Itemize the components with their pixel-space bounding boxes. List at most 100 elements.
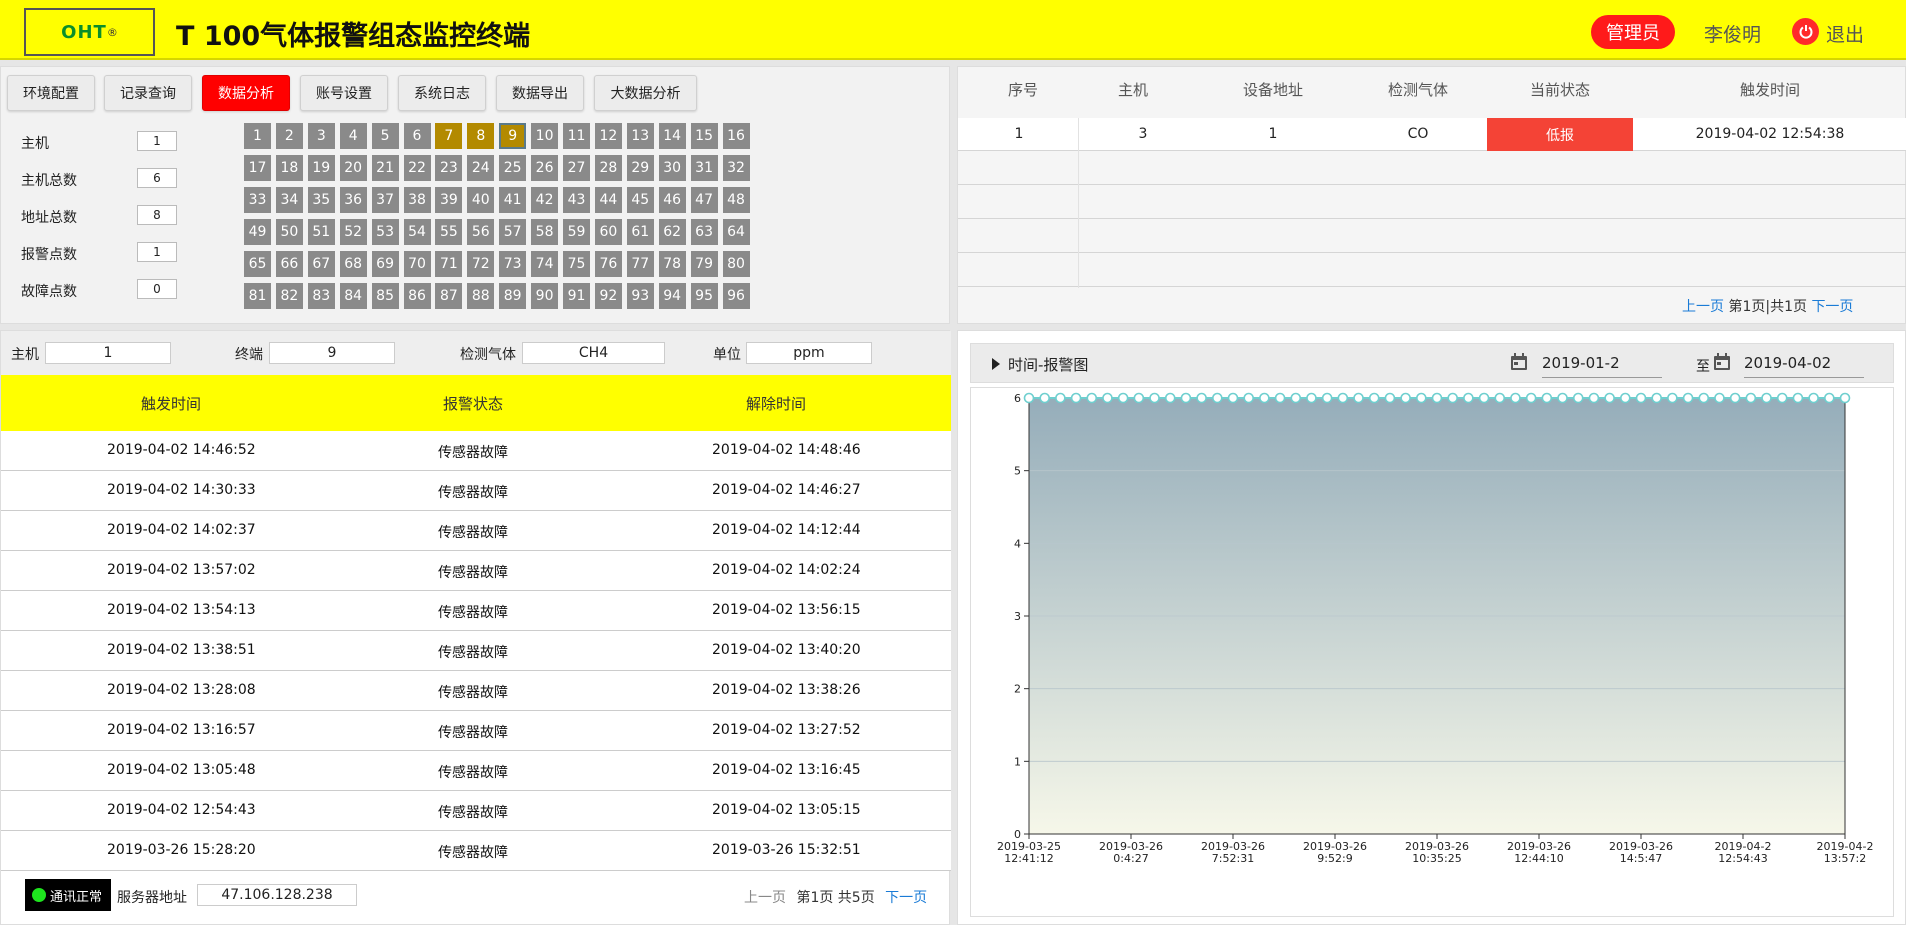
address-cell[interactable]: 11 xyxy=(563,123,590,149)
filter-unit-field[interactable]: ppm xyxy=(746,342,872,364)
address-cell[interactable]: 55 xyxy=(435,218,463,245)
address-cell[interactable]: 65 xyxy=(244,250,271,277)
address-cell[interactable]: 41 xyxy=(499,186,527,213)
address-cell[interactable]: 10 xyxy=(531,123,559,149)
address-cell[interactable]: 71 xyxy=(435,250,463,277)
address-cell[interactable]: 57 xyxy=(499,218,527,245)
nav-env-config-button[interactable]: 环境配置 xyxy=(7,75,95,111)
address-cell[interactable]: 29 xyxy=(626,154,654,181)
address-cell[interactable]: 80 xyxy=(722,250,750,277)
address-cell[interactable]: 63 xyxy=(690,218,718,245)
address-cell[interactable]: 45 xyxy=(626,186,654,213)
nav-system-log-button[interactable]: 系统日志 xyxy=(398,75,486,111)
address-cell[interactable]: 77 xyxy=(626,250,654,277)
filter-host-field[interactable]: 1 xyxy=(45,342,171,364)
address-cell[interactable]: 58 xyxy=(531,218,559,245)
address-cell[interactable]: 47 xyxy=(690,186,718,213)
address-cell[interactable]: 78 xyxy=(658,250,686,277)
address-cell[interactable]: 67 xyxy=(307,250,335,277)
log-table-row[interactable]: 2019-04-02 12:54:43 传感器故障 2019-04-02 13:05… xyxy=(1,791,951,831)
log-next-page-link[interactable]: 下一页 xyxy=(885,890,927,906)
address-cell[interactable]: 91 xyxy=(563,282,590,309)
address-cell[interactable]: 33 xyxy=(244,186,271,213)
address-cell[interactable]: 9 xyxy=(499,123,527,149)
address-cell[interactable]: 38 xyxy=(403,186,431,213)
address-cell[interactable]: 34 xyxy=(275,186,303,213)
address-cell[interactable]: 94 xyxy=(658,282,686,309)
address-cell[interactable]: 66 xyxy=(275,250,303,277)
address-cell[interactable]: 52 xyxy=(339,218,367,245)
log-table-row[interactable]: 2019-03-26 15:28:20 传感器故障 2019-03-26 15:32… xyxy=(1,831,951,871)
address-cell[interactable]: 6 xyxy=(403,123,431,149)
address-cell[interactable]: 92 xyxy=(594,282,622,309)
address-cell[interactable]: 8 xyxy=(467,123,495,149)
address-cell[interactable]: 16 xyxy=(722,123,750,149)
address-cell[interactable]: 85 xyxy=(371,282,399,309)
nav-bigdata-analysis-button[interactable]: 大数据分析 xyxy=(594,75,697,111)
date-to-input[interactable]: 2019-04-02 xyxy=(1744,350,1864,378)
address-cell[interactable]: 13 xyxy=(626,123,654,149)
address-cell[interactable]: 76 xyxy=(594,250,622,277)
address-cell[interactable]: 35 xyxy=(307,186,335,213)
address-cell[interactable]: 40 xyxy=(467,186,495,213)
log-table-row[interactable]: 2019-04-02 14:30:33 传感器故障 2019-04-02 14:46… xyxy=(1,471,951,511)
filter-gas-field[interactable]: CH4 xyxy=(522,342,665,364)
address-cell[interactable]: 90 xyxy=(531,282,559,309)
address-cell[interactable]: 89 xyxy=(499,282,527,309)
date-from-input[interactable]: 2019-01-2 xyxy=(1542,350,1662,378)
address-cell[interactable]: 21 xyxy=(371,154,399,181)
address-cell[interactable]: 4 xyxy=(339,123,367,149)
address-cell[interactable]: 30 xyxy=(658,154,686,181)
power-icon[interactable] xyxy=(1792,18,1819,45)
address-cell[interactable]: 23 xyxy=(435,154,463,181)
log-table-row[interactable]: 2019-04-02 14:46:52 传感器故障 2019-04-02 14:48… xyxy=(1,431,951,471)
alarm-table-row[interactable]: 1 3 1 CO 低报 2019-04-02 12:54:38 xyxy=(958,118,1906,151)
server-address-field[interactable]: 47.106.128.238 xyxy=(197,884,357,906)
address-cell[interactable]: 53 xyxy=(371,218,399,245)
address-cell[interactable]: 37 xyxy=(371,186,399,213)
address-cell[interactable]: 68 xyxy=(339,250,367,277)
caret-right-icon[interactable] xyxy=(991,358,1001,370)
alarm-prev-page-link[interactable]: 上一页 xyxy=(1682,299,1724,315)
address-cell[interactable]: 14 xyxy=(658,123,686,149)
address-cell[interactable]: 50 xyxy=(275,218,303,245)
log-table-row[interactable]: 2019-04-02 13:05:48 传感器故障 2019-04-02 13:16… xyxy=(1,751,951,791)
logout-button[interactable]: 退出 xyxy=(1826,20,1864,47)
address-cell[interactable]: 31 xyxy=(690,154,718,181)
address-cell[interactable]: 27 xyxy=(563,154,590,181)
address-cell[interactable]: 26 xyxy=(531,154,559,181)
nav-record-query-button[interactable]: 记录查询 xyxy=(104,75,192,111)
log-table-row[interactable]: 2019-04-02 13:28:08 传感器故障 2019-04-02 13:38… xyxy=(1,671,951,711)
address-cell[interactable]: 88 xyxy=(467,282,495,309)
address-cell[interactable]: 24 xyxy=(467,154,495,181)
calendar-icon[interactable] xyxy=(1712,352,1732,372)
address-cell[interactable]: 22 xyxy=(403,154,431,181)
address-cell[interactable]: 84 xyxy=(339,282,367,309)
address-cell[interactable]: 75 xyxy=(563,250,590,277)
address-cell[interactable]: 18 xyxy=(275,154,303,181)
address-cell[interactable]: 20 xyxy=(339,154,367,181)
address-cell[interactable]: 87 xyxy=(435,282,463,309)
address-cell[interactable]: 64 xyxy=(722,218,750,245)
address-cell[interactable]: 28 xyxy=(594,154,622,181)
address-cell[interactable]: 62 xyxy=(658,218,686,245)
address-cell[interactable]: 82 xyxy=(275,282,303,309)
address-cell[interactable]: 15 xyxy=(690,123,718,149)
address-cell[interactable]: 5 xyxy=(371,123,399,149)
nav-data-analysis-button[interactable]: 数据分析 xyxy=(202,75,290,111)
address-cell[interactable]: 17 xyxy=(244,154,271,181)
address-cell[interactable]: 44 xyxy=(594,186,622,213)
address-cell[interactable]: 61 xyxy=(626,218,654,245)
address-cell[interactable]: 54 xyxy=(403,218,431,245)
address-cell[interactable]: 46 xyxy=(658,186,686,213)
address-cell[interactable]: 74 xyxy=(531,250,559,277)
address-cell[interactable]: 56 xyxy=(467,218,495,245)
role-badge[interactable]: 管理员 xyxy=(1591,15,1675,49)
address-cell[interactable]: 96 xyxy=(722,282,750,309)
address-cell[interactable]: 69 xyxy=(371,250,399,277)
address-cell[interactable]: 70 xyxy=(403,250,431,277)
address-cell[interactable]: 59 xyxy=(563,218,590,245)
address-cell[interactable]: 86 xyxy=(403,282,431,309)
log-table-row[interactable]: 2019-04-02 13:57:02 传感器故障 2019-04-02 14:02… xyxy=(1,551,951,591)
address-cell[interactable]: 48 xyxy=(722,186,750,213)
